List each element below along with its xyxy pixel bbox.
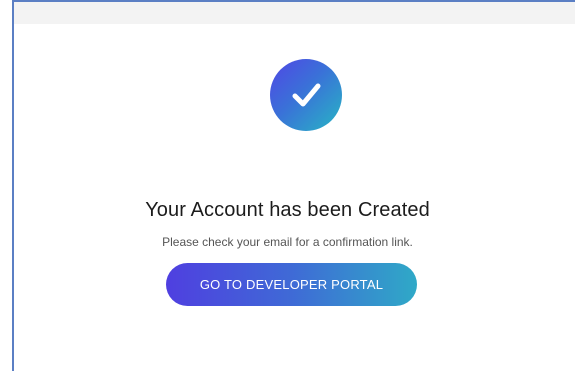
confirmation-message: Please check your email for a confirmati…	[162, 235, 413, 249]
viewport: Your Account has been Created Please che…	[0, 0, 575, 371]
developer-portal-button[interactable]: GO TO DEVELOPER PORTAL	[166, 263, 417, 306]
checkmark-icon	[292, 83, 321, 107]
top-strip	[14, 2, 575, 24]
success-badge	[270, 59, 342, 131]
page-title: Your Account has been Created	[145, 199, 430, 221]
